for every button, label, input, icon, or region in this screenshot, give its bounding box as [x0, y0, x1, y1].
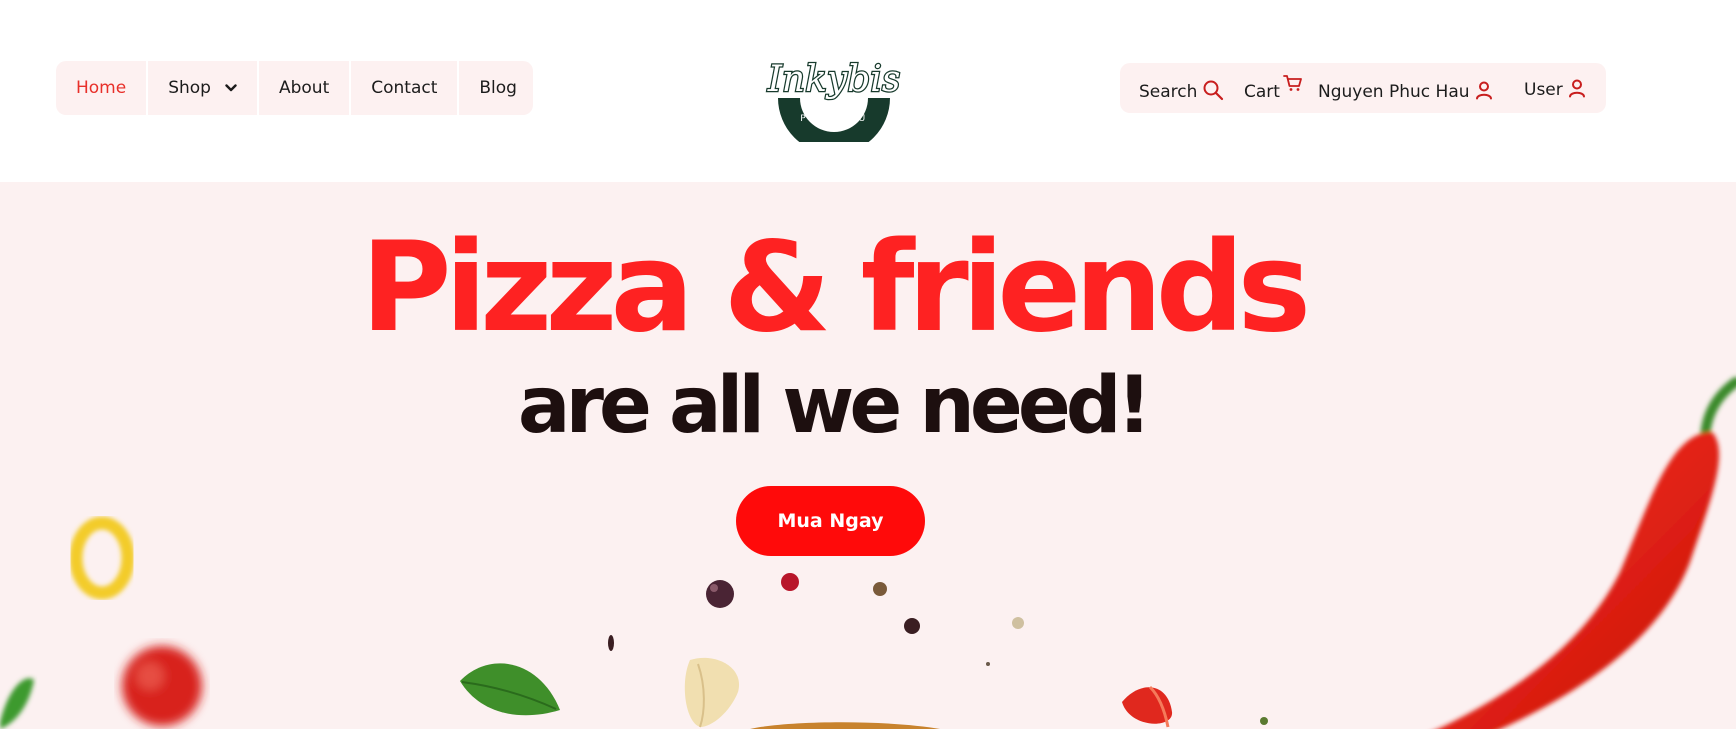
- yellow-pepper-icon: [69, 516, 135, 600]
- basil-leaf-icon: [0, 678, 34, 729]
- user-menu[interactable]: User: [1524, 65, 1586, 115]
- garlic-icon: [684, 657, 740, 728]
- brand-logo[interactable]: PHUC HAU Inkybis: [764, 36, 904, 154]
- brand-logo-graphic: PHUC HAU Inkybis: [765, 58, 902, 154]
- user-label: User: [1524, 80, 1563, 100]
- search-icon: [1197, 79, 1224, 106]
- nav-home-label: Home: [76, 78, 127, 98]
- nav-home[interactable]: Home: [56, 61, 149, 115]
- basil-leaf-icon: [460, 663, 560, 716]
- chili-pepper-icon: [1438, 377, 1736, 729]
- cart-icon: [1278, 74, 1303, 97]
- logo-script: Inkybis: [767, 59, 901, 100]
- nav-shop-label: Shop: [168, 78, 211, 98]
- main-nav: Home Shop About Contact Blog: [56, 61, 533, 115]
- site-header: Home Shop About Contact Blog PHUC HAU In…: [0, 0, 1736, 182]
- tomato-icon: [122, 646, 202, 726]
- chevron-down-icon: [225, 84, 237, 92]
- logo-subtext: PHUC HAU: [800, 114, 867, 124]
- account-name: Nguyen Phuc Hau: [1318, 82, 1470, 102]
- nav-about[interactable]: About: [259, 61, 352, 115]
- search-button[interactable]: Search: [1139, 67, 1224, 117]
- account-link[interactable]: Nguyen Phuc Hau: [1318, 67, 1493, 117]
- cart-button[interactable]: Cart: [1244, 67, 1303, 117]
- utility-nav: Search Cart Nguyen Phuc Hau User: [1120, 63, 1606, 113]
- nav-blog-label: Blog: [479, 78, 517, 98]
- nav-contact[interactable]: Contact: [351, 61, 460, 115]
- pizza-crust-icon: [750, 722, 940, 729]
- hero-ingredients-decoration: [0, 377, 1736, 729]
- user-icon: [1470, 80, 1493, 105]
- hero-section: Pizza & friends are all we need! Mua Nga…: [0, 182, 1736, 729]
- nav-blog[interactable]: Blog: [459, 61, 537, 115]
- nav-about-label: About: [278, 78, 330, 98]
- user-icon: [1563, 78, 1586, 103]
- search-label: Search: [1139, 82, 1198, 102]
- nav-contact-label: Contact: [371, 78, 438, 98]
- nav-shop[interactable]: Shop: [148, 61, 259, 115]
- tomato-chunk-icon: [1122, 685, 1173, 728]
- cart-label: Cart: [1244, 82, 1280, 102]
